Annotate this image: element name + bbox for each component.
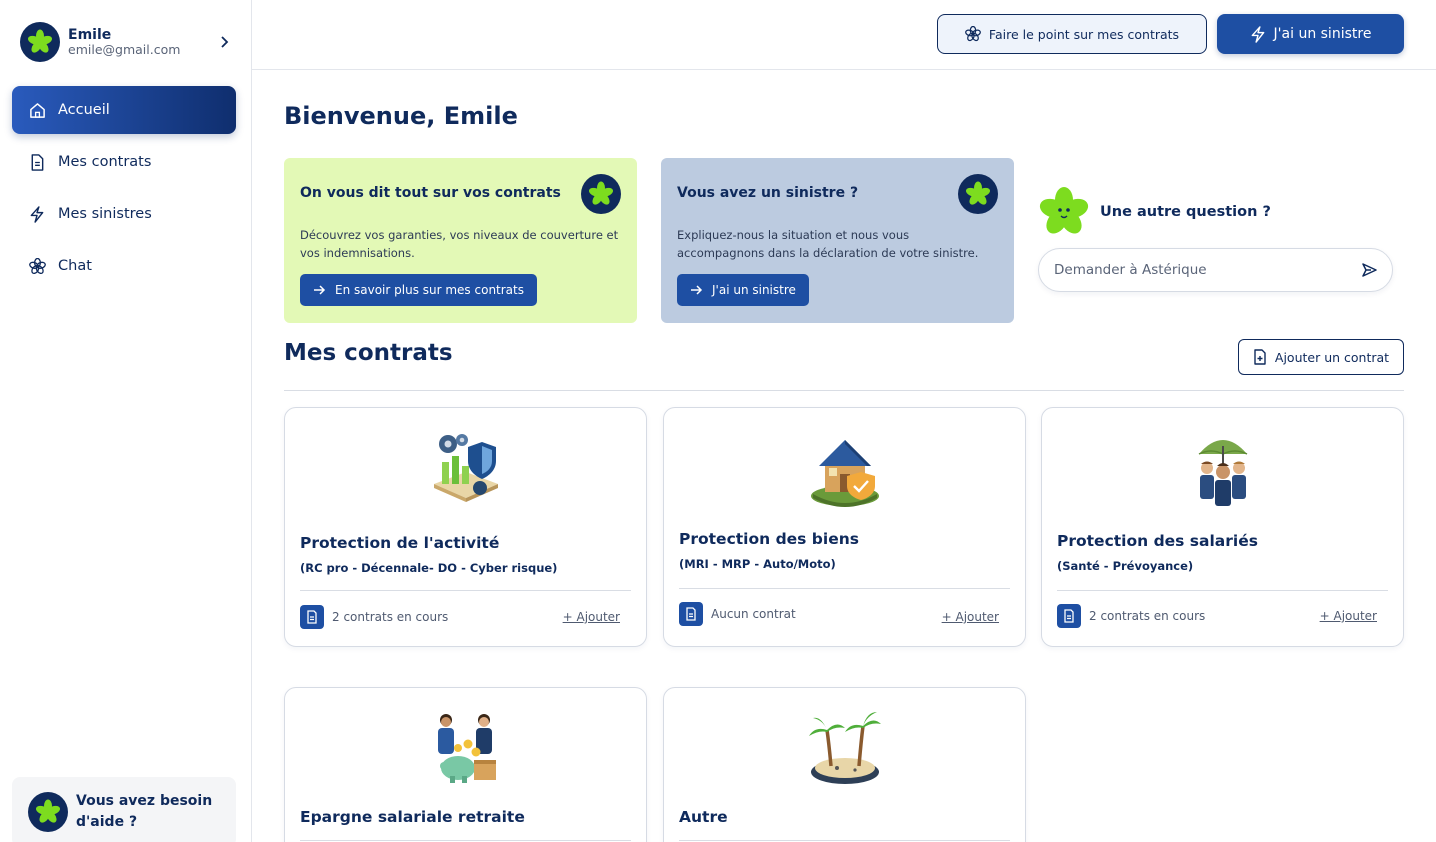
help-card[interactable]: Vous avez besoin d'aide ?	[12, 777, 236, 842]
home-icon	[28, 101, 46, 119]
chat-flower-icon	[965, 26, 981, 42]
document-icon	[679, 602, 703, 626]
brand-badge	[958, 174, 998, 214]
arrow-right-icon	[313, 284, 326, 296]
ask-asterique-input[interactable]	[1054, 249, 1349, 291]
declare-claim-button[interactable]: J'ai un sinistre	[677, 274, 809, 306]
card-subtitle: (Santé - Prévoyance)	[1057, 559, 1194, 573]
brand-badge	[581, 174, 621, 214]
claim-button[interactable]: J'ai un sinistre	[1217, 14, 1404, 54]
contract-count: Aucun contrat	[711, 607, 796, 621]
lightning-icon	[28, 205, 46, 223]
add-document-icon	[1253, 349, 1267, 365]
card-divider	[300, 840, 631, 841]
learn-more-contracts-button[interactable]: En savoir plus sur mes contrats	[300, 274, 537, 306]
nav-item-mes-sinistres[interactable]: Mes sinistres	[12, 190, 236, 238]
asterisk-logo-icon	[965, 181, 991, 205]
card-subtitle: (MRI - MRP - Auto/Moto)	[679, 557, 836, 571]
card-footer: Aucun contrat + Ajouter	[679, 602, 999, 626]
asterisk-logo-icon	[35, 799, 61, 823]
mascot-icon	[1039, 187, 1089, 234]
arrow-right-icon	[690, 284, 703, 296]
card-subtitle: (RC pro - Décennale- DO - Cyber risque)	[300, 561, 558, 575]
card-divider	[679, 588, 1010, 589]
add-contract-button[interactable]: Ajouter un contrat	[1238, 339, 1404, 375]
card-title: Protection des salariés	[1057, 532, 1258, 550]
nav-item-mes-contrats[interactable]: Mes contrats	[12, 138, 236, 186]
page-title: Bienvenue, Emile	[284, 102, 518, 130]
card-divider	[1057, 590, 1388, 591]
asterisk-logo-icon	[588, 181, 614, 205]
piggy-bank-icon	[437, 714, 496, 783]
button-label: J'ai un sinistre	[712, 283, 796, 297]
review-contracts-button[interactable]: Faire le point sur mes contrats	[937, 14, 1207, 54]
main-nav: Accueil Mes contrats Mes sinistres Chat	[12, 86, 236, 294]
document-icon	[1057, 604, 1081, 628]
card-title: Autre	[679, 808, 728, 826]
chevron-right-icon	[216, 34, 232, 50]
send-icon[interactable]	[1360, 261, 1378, 279]
palm-island-icon	[808, 712, 881, 784]
house-shield-icon	[810, 440, 879, 507]
add-link[interactable]: + Ajouter	[1320, 609, 1377, 623]
asterisk-logo-icon	[27, 29, 53, 53]
nav-label: Accueil	[58, 102, 110, 118]
card-title: Protection des biens	[679, 530, 859, 548]
contract-card-epargne[interactable]: Epargne salariale retraite	[284, 687, 647, 842]
promo-card-contracts: On vous dit tout sur vos contrats Découv…	[284, 158, 637, 323]
chat-flower-icon	[28, 257, 46, 275]
review-contracts-label: Faire le point sur mes contrats	[988, 26, 1180, 42]
contract-count: 2 contrats en cours	[332, 610, 449, 624]
profile-name: Emile	[68, 26, 112, 43]
contract-card-biens[interactable]: Protection des biens (MRI - MRP - Auto/M…	[663, 407, 1026, 647]
document-icon	[28, 153, 46, 171]
contract-card-activite[interactable]: Protection de l'activité (RC pro - Décen…	[284, 407, 647, 647]
nav-label: Mes sinistres	[58, 206, 152, 222]
ask-question-panel: Une autre question ?	[1038, 186, 1393, 296]
brand-avatar	[28, 792, 68, 832]
button-label: En savoir plus sur mes contrats	[335, 283, 524, 297]
add-contract-label: Ajouter un contrat	[1274, 349, 1390, 365]
people-umbrella-icon	[1198, 440, 1247, 506]
nav-label: Chat	[58, 258, 92, 274]
promo-description: Découvrez vos garanties, vos niveaux de …	[300, 228, 619, 260]
promo-description: Expliquez-nous la situation et nous vous…	[677, 228, 979, 260]
card-title: Epargne salariale retraite	[300, 808, 525, 826]
promo-card-claim: Vous avez un sinistre ? Expliquez-nous l…	[661, 158, 1014, 323]
gears-shield-icon	[433, 434, 498, 502]
nav-label: Mes contrats	[58, 154, 152, 170]
nav-item-chat[interactable]: Chat	[12, 242, 236, 290]
profile-email: emile@gmail.com	[68, 41, 181, 57]
card-divider	[679, 840, 1010, 841]
lightning-icon	[1250, 25, 1266, 43]
help-text: Vous avez besoin d'aide ?	[76, 793, 213, 830]
profile-menu[interactable]: Emile emile@gmail.com	[20, 22, 232, 62]
card-title: Protection de l'activité	[300, 534, 500, 552]
card-divider	[300, 590, 631, 591]
promo-title: Vous avez un sinistre ?	[677, 185, 859, 201]
card-footer: 2 contrats en cours + Ajouter	[1057, 604, 1377, 628]
promo-title: On vous dit tout sur vos contrats	[300, 185, 561, 201]
card-footer: 2 contrats en cours + Ajouter	[300, 605, 620, 629]
claim-label: J'ai un sinistre	[1273, 26, 1372, 42]
brand-avatar	[20, 22, 60, 62]
contract-card-autre[interactable]: Autre	[663, 687, 1026, 842]
ask-input-wrapper	[1038, 248, 1393, 292]
nav-item-accueil[interactable]: Accueil	[12, 86, 236, 134]
add-link[interactable]: + Ajouter	[563, 610, 620, 624]
section-divider	[284, 390, 1404, 391]
top-bar: Faire le point sur mes contrats J'ai un …	[252, 0, 1436, 70]
contract-count: 2 contrats en cours	[1089, 609, 1206, 623]
contract-card-salaries[interactable]: Protection des salariés (Santé - Prévoya…	[1041, 407, 1404, 647]
add-link[interactable]: + Ajouter	[942, 610, 999, 624]
document-icon	[300, 605, 324, 629]
question-title: Une autre question ?	[1100, 204, 1271, 220]
sidebar: Emile emile@gmail.com Accueil Mes contra…	[0, 0, 252, 842]
contracts-section-title: Mes contrats	[284, 340, 453, 366]
